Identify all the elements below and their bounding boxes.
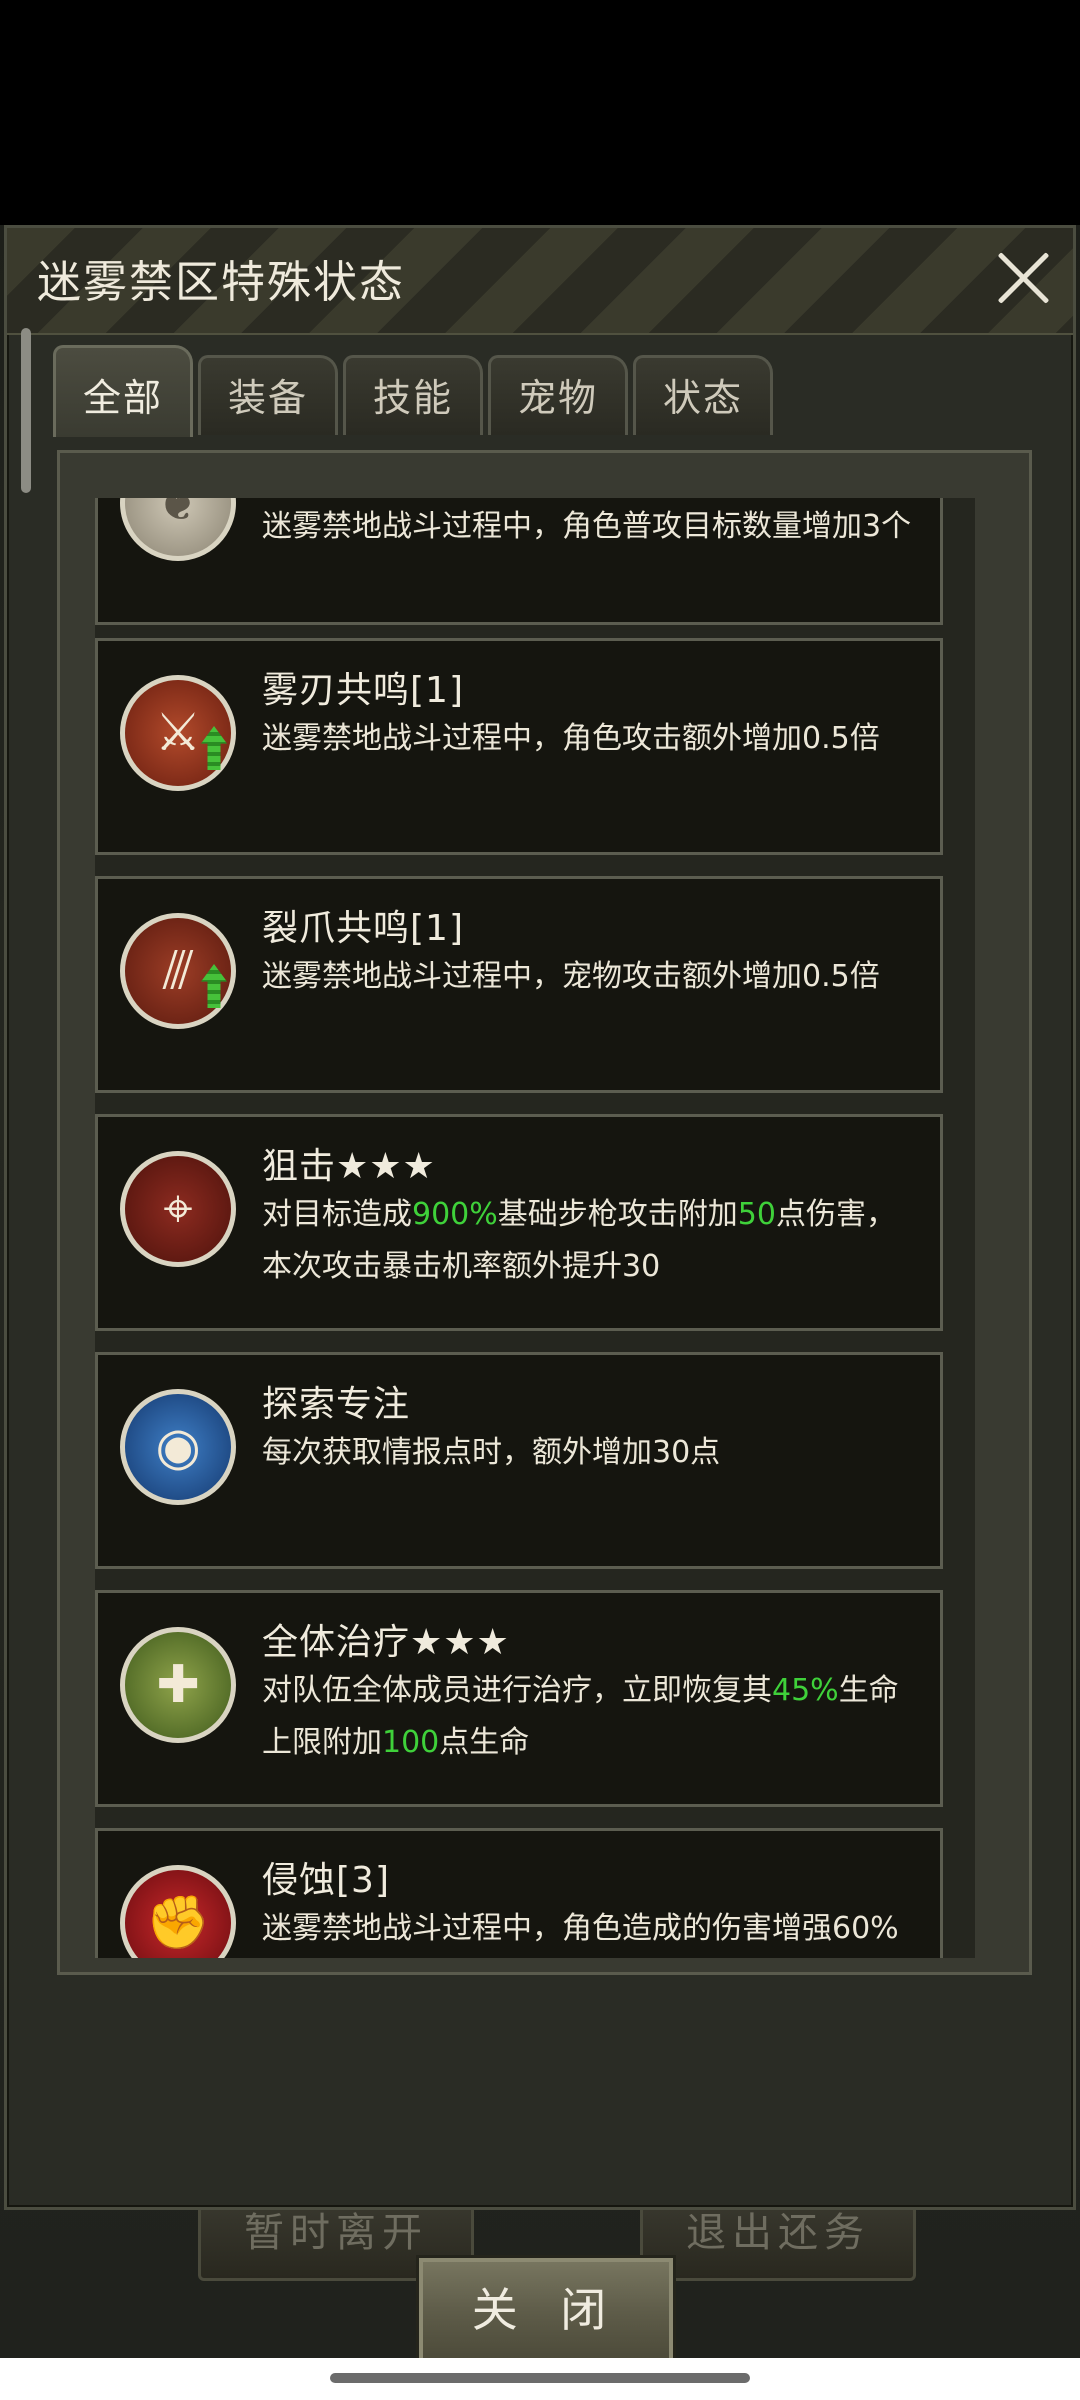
list-item: ⚔ 雾刃共鸣[1] 迷雾禁地战斗过程中，角色攻击额外增加0.5倍 (95, 638, 943, 855)
status-desc: 迷雾禁地战斗过程中，角色普攻目标数量增加3个 (262, 509, 912, 544)
list-item: ❦ 迷雾禁地战斗过程中，角色普攻目标数量增加3个 (95, 498, 943, 625)
claw-buff-icon: ⫻ (120, 913, 236, 1029)
dialog-title: 迷雾禁区特殊状态 (37, 257, 405, 308)
list-item: ✚ 全体治疗★★★ 对队伍全体成员进行治疗，立即恢复其45%生命上限附加100点… (95, 1590, 943, 1807)
status-name: 探索专注 (262, 1384, 411, 1425)
status-list-viewport[interactable]: ❦ 迷雾禁地战斗过程中，角色普攻目标数量增加3个 ⚔ 雾刃共鸣[1] 迷雾禁地战… (95, 498, 975, 1958)
status-desc: 对目标造成900%基础步枪攻击附加50点伤害，本次攻击暴击机率额外提升30 (262, 1197, 896, 1284)
top-area (0, 0, 1080, 225)
status-desc: 迷雾禁地战斗过程中，角色攻击额外增加0.5倍 (262, 721, 880, 756)
rune-knot-icon: ❦ (120, 498, 236, 561)
home-indicator[interactable] (330, 2373, 750, 2383)
scrollbar[interactable] (21, 328, 31, 493)
status-name: 雾刃共鸣[1] (262, 670, 464, 711)
magnifier-eye-icon: ◉ (120, 1389, 236, 1505)
status-name: 裂爪共鸣[1] (262, 908, 464, 949)
tab-equipment[interactable]: 装备 (198, 355, 338, 435)
close-icon[interactable] (995, 250, 1051, 306)
close-button[interactable]: 关 闭 (419, 2258, 673, 2362)
status-desc: 迷雾禁地战斗过程中，宠物攻击额外增加0.5倍 (262, 959, 880, 994)
status-desc: 迷雾禁地战斗过程中，角色造成的伤害增强60% (262, 1911, 899, 1946)
list-item: ⌖ 狙击★★★ 对目标造成900%基础步枪攻击附加50点伤害，本次攻击暴击机率额… (95, 1114, 943, 1331)
title-bar: 迷雾禁区特殊状态 (7, 228, 1073, 335)
list-item: ⫻ 裂爪共鸣[1] 迷雾禁地战斗过程中，宠物攻击额外增加0.5倍 (95, 876, 943, 1093)
tab-pets[interactable]: 宠物 (488, 355, 628, 435)
list-item: ✊ 侵蚀[3] 迷雾禁地战斗过程中，角色造成的伤害增强60% (95, 1828, 943, 1958)
tab-skills[interactable]: 技能 (343, 355, 483, 435)
heal-icon: ✚ (120, 1627, 236, 1743)
tab-status[interactable]: 状态 (633, 355, 773, 435)
special-status-dialog: 迷雾禁区特殊状态 全部 装备 技能 宠物 状态 ❦ 迷雾禁地战斗过程中，角色普攻… (4, 225, 1076, 2362)
list-item: ◉ 探索专注 每次获取情报点时，额外增加30点 (95, 1352, 943, 1569)
content-frame: ❦ 迷雾禁地战斗过程中，角色普攻目标数量增加3个 ⚔ 雾刃共鸣[1] 迷雾禁地战… (57, 450, 1032, 1975)
status-desc: 每次获取情报点时，额外增加30点 (262, 1435, 721, 1470)
crosshair-icon: ⌖ (120, 1151, 236, 1267)
status-desc: 对队伍全体成员进行治疗，立即恢复其45%生命上限附加100点生命 (262, 1673, 899, 1760)
status-name: 狙击★★★ (262, 1146, 436, 1187)
status-name: 全体治疗★★★ (262, 1622, 510, 1663)
sword-buff-icon: ⚔ (120, 675, 236, 791)
tab-all[interactable]: 全部 (53, 345, 193, 437)
status-name: 侵蚀[3] (262, 1860, 390, 1901)
fist-icon: ✊ (120, 1865, 236, 1958)
